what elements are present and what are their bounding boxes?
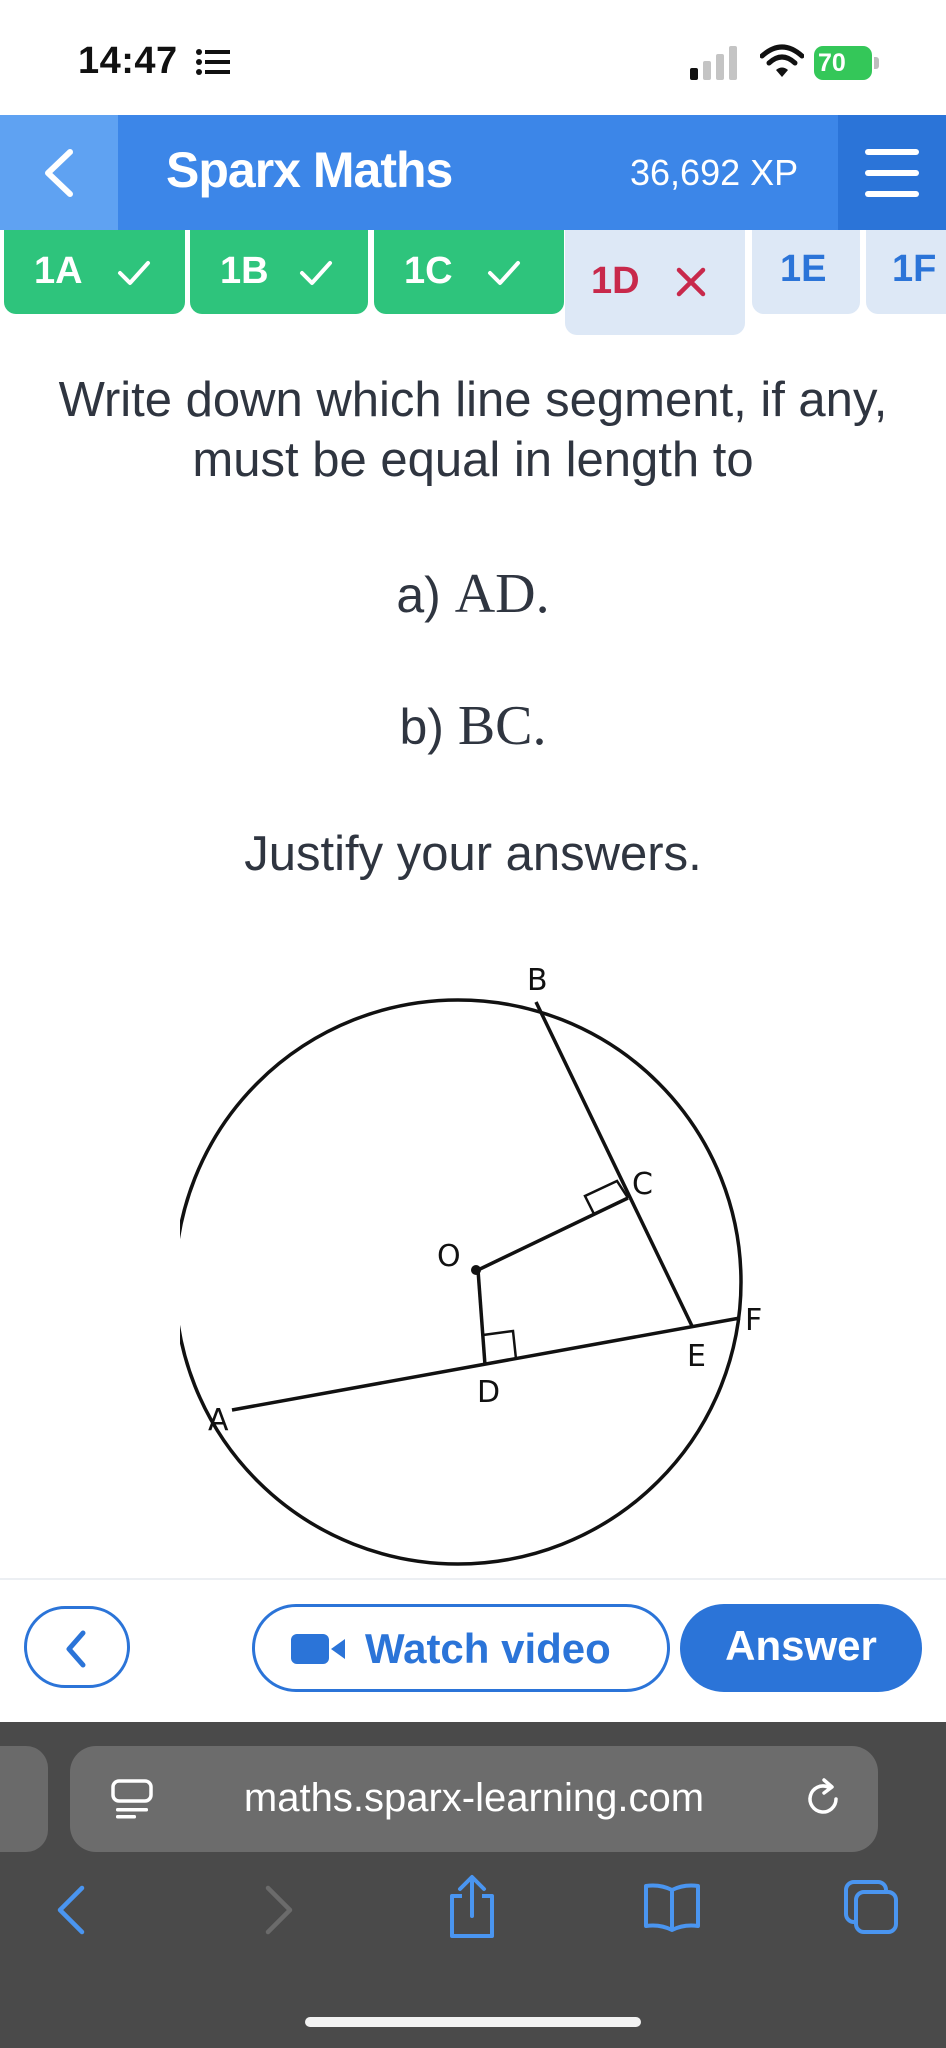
tab-label: 1D xyxy=(591,260,640,302)
right-angle-d xyxy=(482,1329,518,1360)
url-text: maths.sparx-learning.com xyxy=(243,1776,705,1820)
watch-video-button[interactable]: Watch video xyxy=(252,1604,670,1692)
home-indicator xyxy=(305,2017,641,2027)
question-tabs: 1A 1B 1C 1D 1E 1F xyxy=(0,230,946,340)
browser-back-icon[interactable] xyxy=(52,1882,92,1938)
answer-label: Answer xyxy=(725,1622,877,1669)
answer-button[interactable]: Answer xyxy=(680,1604,922,1692)
label-f: F xyxy=(745,1303,762,1338)
status-time: 14:47 xyxy=(78,40,178,82)
tab-label: 1B xyxy=(220,250,269,292)
xp-counter: 36,692 XP xyxy=(630,152,799,193)
hamburger-menu-icon xyxy=(865,149,919,197)
tab-label: 1E xyxy=(780,248,827,290)
browser-toolbar: maths.sparx-learning.com xyxy=(0,1722,946,2048)
reload-icon[interactable] xyxy=(802,1778,844,1820)
tab-1d[interactable]: 1D xyxy=(565,230,745,335)
circle-diagram: B C O F E D A xyxy=(180,963,762,1566)
tab-1c[interactable]: 1C xyxy=(374,230,564,314)
back-button[interactable] xyxy=(0,115,118,230)
question-line-1: Write down which line segment, if any, xyxy=(58,373,888,427)
label-a: A xyxy=(208,1403,229,1438)
cellular-signal-icon xyxy=(690,46,737,80)
question-line-2: must be equal in length to xyxy=(192,433,754,487)
question-prompt: Write down which line segment, if any, m… xyxy=(0,370,946,490)
battery-tip xyxy=(874,57,879,69)
tab-1a[interactable]: 1A xyxy=(4,230,185,314)
wifi-icon xyxy=(760,44,804,77)
battery-icon: 70 xyxy=(814,46,872,80)
part-b-prefix: b) xyxy=(399,699,444,755)
video-camera-icon xyxy=(291,1634,345,1664)
bookmarks-icon[interactable] xyxy=(642,1882,702,1932)
part-b-math: BC. xyxy=(457,695,547,757)
part-a-prefix: a) xyxy=(396,567,441,623)
chevron-left-icon xyxy=(45,149,73,197)
label-c: C xyxy=(632,1167,653,1202)
menu-button[interactable] xyxy=(838,115,946,230)
tab-1b[interactable]: 1B xyxy=(190,230,368,314)
tab-1e[interactable]: 1E xyxy=(752,230,860,314)
label-b: B xyxy=(527,963,548,998)
line-be xyxy=(534,1001,694,1327)
app-title: Sparx Maths xyxy=(166,142,453,198)
battery-indicator: 70 xyxy=(814,46,880,80)
list-icon xyxy=(196,49,230,75)
tab-label: 1C xyxy=(404,250,453,292)
cross-icon xyxy=(676,267,706,297)
battery-level: 70 xyxy=(818,49,846,77)
part-b: b) BC. xyxy=(0,694,946,758)
chevron-left-icon xyxy=(66,1630,86,1668)
watch-video-label: Watch video xyxy=(365,1625,611,1672)
address-bar[interactable]: maths.sparx-learning.com xyxy=(70,1746,878,1852)
app-header: Sparx Maths 36,692 XP xyxy=(0,115,946,230)
label-d: D xyxy=(477,1375,500,1410)
label-e: E xyxy=(687,1339,706,1374)
center-point-o xyxy=(471,1265,481,1275)
previous-tab-edge[interactable] xyxy=(0,1746,48,1852)
part-a-math: AD. xyxy=(454,563,550,625)
tab-1f[interactable]: 1F xyxy=(866,230,946,314)
previous-button[interactable] xyxy=(24,1606,130,1688)
tab-label: 1F xyxy=(892,248,937,290)
share-icon[interactable] xyxy=(446,1874,498,1940)
part-a: a) AD. xyxy=(0,562,946,626)
circle xyxy=(180,998,743,1566)
tab-label: 1A xyxy=(34,250,83,292)
segment-od xyxy=(476,1269,487,1366)
checkmark-icon xyxy=(118,261,150,285)
browser-forward-icon[interactable] xyxy=(258,1882,298,1938)
tabs-icon[interactable] xyxy=(842,1878,902,1936)
checkmark-icon xyxy=(300,261,332,285)
status-bar: 14:47 70 xyxy=(0,0,946,115)
checkmark-icon xyxy=(488,261,520,285)
segment-oc xyxy=(477,1196,629,1272)
justify-instruction: Justify your answers. xyxy=(244,827,702,881)
label-o: O xyxy=(437,1239,461,1274)
action-divider xyxy=(0,1578,946,1580)
